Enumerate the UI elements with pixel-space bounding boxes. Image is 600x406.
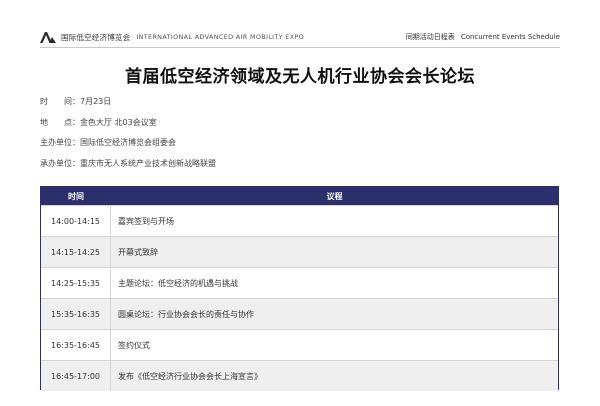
row-time: 16:35-16:45	[41, 330, 111, 360]
row-agenda: 主题论坛：低空经济的机遇与挑战	[118, 278, 238, 288]
info-label: 主办单位：	[40, 138, 80, 147]
info-time: 时 间：7月23日	[40, 96, 560, 117]
schedule-label-cn: 同期活动日程表	[405, 33, 455, 41]
table-row: 14:00-14:15 嘉宾签到与开场	[41, 205, 558, 236]
row-time: 14:25-15:35	[41, 268, 111, 298]
table-row: 14:15-14:25 开幕式致辞	[41, 236, 558, 267]
info-organizer: 承办单位：重庆市无人系统产业技术创新战略联盟	[40, 158, 560, 179]
table-row: 16:45-17:00 发布《低空经济行业协会会长上海宣言》	[41, 360, 558, 391]
event-info: 时 间：7月23日 地 点：金色大厅 北03会议室 主办单位：国际低空经济博览会…	[40, 96, 560, 178]
page-title: 首届低空经济领域及无人机行业协会会长论坛	[125, 67, 475, 87]
info-value: 7月23日	[80, 97, 112, 106]
table-row: 16:35-16:45 签约仪式	[41, 329, 558, 360]
row-agenda: 发布《低空经济行业协会会长上海宣言》	[118, 371, 262, 381]
schedule-label-en: Concurrent Events Schedule	[460, 33, 560, 41]
brand-name-cn: 国际低空经济博览会	[61, 32, 131, 42]
row-time: 14:15-14:25	[41, 237, 111, 267]
brand: 国际低空经济博览会 INTERNATIONAL ADVANCED AIR MOB…	[40, 31, 304, 43]
info-host: 主办单位：国际低空经济博览会组委会	[40, 137, 560, 158]
info-value: 国际低空经济博览会组委会	[80, 138, 176, 147]
schedule-label: 同期活动日程表 Concurrent Events Schedule	[406, 32, 560, 42]
info-value: 金色大厅 北03会议室	[80, 117, 157, 127]
info-location: 地 点：金色大厅 北03会议室	[40, 117, 560, 138]
row-time: 16:45-17:00	[41, 361, 111, 391]
row-time: 15:35-16:35	[41, 299, 111, 329]
info-value: 重庆市无人系统产业技术创新战略联盟	[80, 158, 216, 168]
row-agenda: 签约仪式	[118, 340, 150, 350]
row-agenda: 开幕式致辞	[118, 247, 158, 257]
header-divider	[40, 47, 560, 48]
row-agenda: 圆桌论坛：行业协会会长的责任与协作	[118, 309, 254, 319]
table-row: 15:35-16:35 圆桌论坛：行业协会会长的责任与协作	[41, 298, 558, 329]
info-label: 时 间：	[40, 97, 80, 106]
mountain-logo-icon	[40, 32, 56, 43]
table-row: 14:25-15:35 主题论坛：低空经济的机遇与挑战	[41, 267, 558, 298]
row-time: 14:00-14:15	[41, 206, 111, 236]
agenda-table: 时间 议程 14:00-14:15 嘉宾签到与开场 14:15-14:25 开幕…	[40, 186, 559, 391]
page-header: 国际低空经济博览会 INTERNATIONAL ADVANCED AIR MOB…	[40, 29, 560, 45]
brand-name-en: INTERNATIONAL ADVANCED AIR MOBILITY EXPO	[136, 33, 305, 41]
column-header-agenda: 议程	[326, 191, 343, 201]
info-label: 地 点：	[40, 117, 80, 127]
row-agenda: 嘉宾签到与开场	[118, 216, 174, 226]
table-header: 时间 议程	[41, 187, 558, 205]
column-header-time: 时间	[68, 191, 84, 201]
info-label: 承办单位：	[40, 158, 80, 168]
